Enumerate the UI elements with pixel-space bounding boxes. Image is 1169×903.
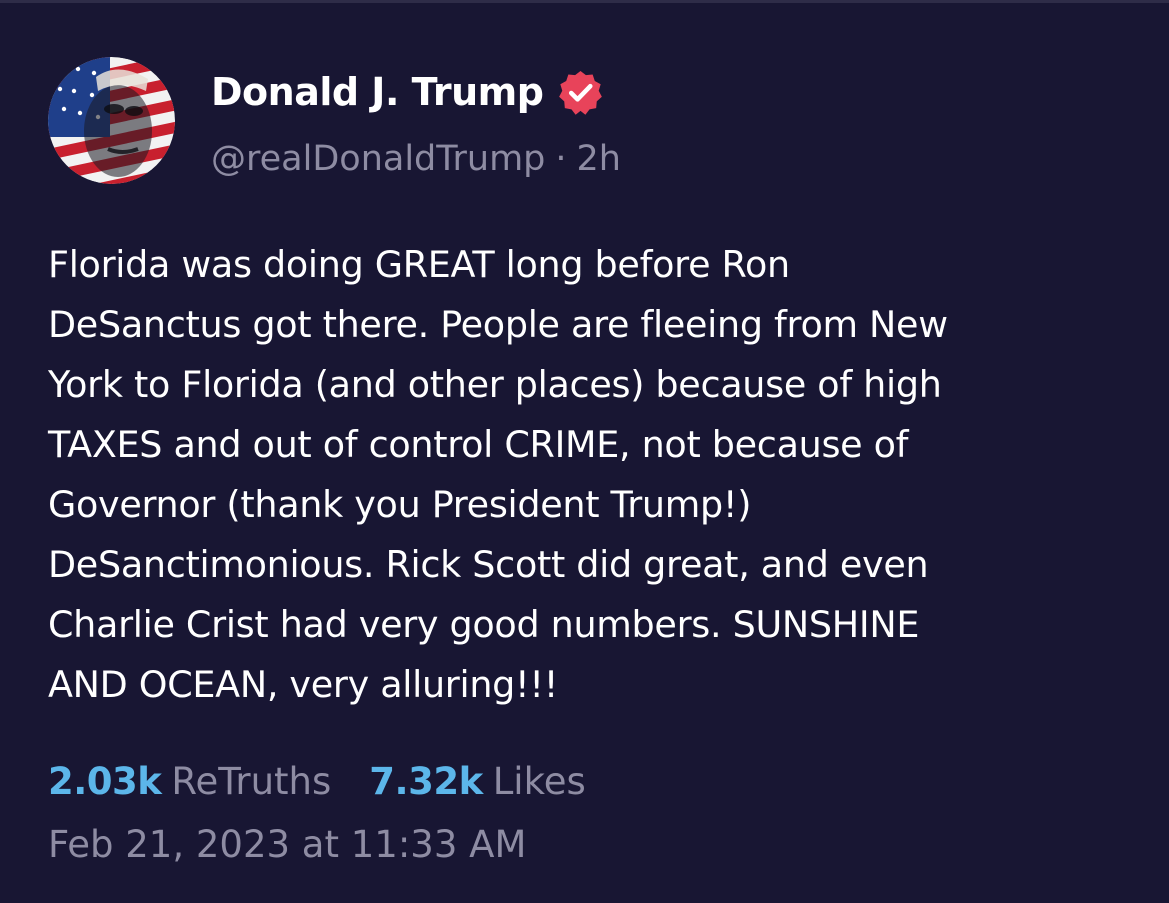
author-handle[interactable]: @realDonaldTrump <box>211 139 545 179</box>
post-body: Florida was doing GREAT long before Ron … <box>48 235 1138 715</box>
post-body-line: AND OCEAN, very alluring!!! <box>48 663 559 706</box>
author-name-row: Donald J. Trump <box>211 67 604 117</box>
engagement-stats: 2.03k ReTruths 7.32k Likes <box>48 755 586 807</box>
retruths-stat[interactable]: 2.03k ReTruths <box>48 760 331 803</box>
post-body-line: DeSanctimonious. Rick Scott did great, a… <box>48 543 929 586</box>
display-name[interactable]: Donald J. Trump <box>211 70 544 114</box>
post-body-line: York to Florida (and other places) becau… <box>48 363 942 406</box>
likes-stat[interactable]: 7.32k Likes <box>369 760 585 803</box>
post-body-line: Florida was doing GREAT long before Ron <box>48 243 790 286</box>
avatar-image <box>48 57 175 184</box>
post-body-line: DeSanctus got there. People are fleeing … <box>48 303 948 346</box>
post-card: Donald J. Trump @realDonaldTrump · 2h Fl… <box>0 0 1169 903</box>
author-meta-row: @realDonaldTrump · 2h <box>211 136 621 182</box>
meta-separator: · <box>555 139 567 179</box>
post-body-line: Charlie Crist had very good numbers. SUN… <box>48 603 920 646</box>
post-body-line: Governor (thank you President Trump!) <box>48 483 752 526</box>
retruths-count: 2.03k <box>48 759 162 803</box>
verified-badge-icon <box>557 69 604 116</box>
likes-count: 7.32k <box>369 759 483 803</box>
post-timestamp: Feb 21, 2023 at 11:33 AM <box>48 822 527 866</box>
likes-label: Likes <box>492 759 586 803</box>
avatar[interactable] <box>48 57 175 184</box>
post-body-line: TAXES and out of control CRIME, not beca… <box>48 423 909 466</box>
retruths-label: ReTruths <box>171 759 332 803</box>
relative-time[interactable]: 2h <box>577 139 621 179</box>
